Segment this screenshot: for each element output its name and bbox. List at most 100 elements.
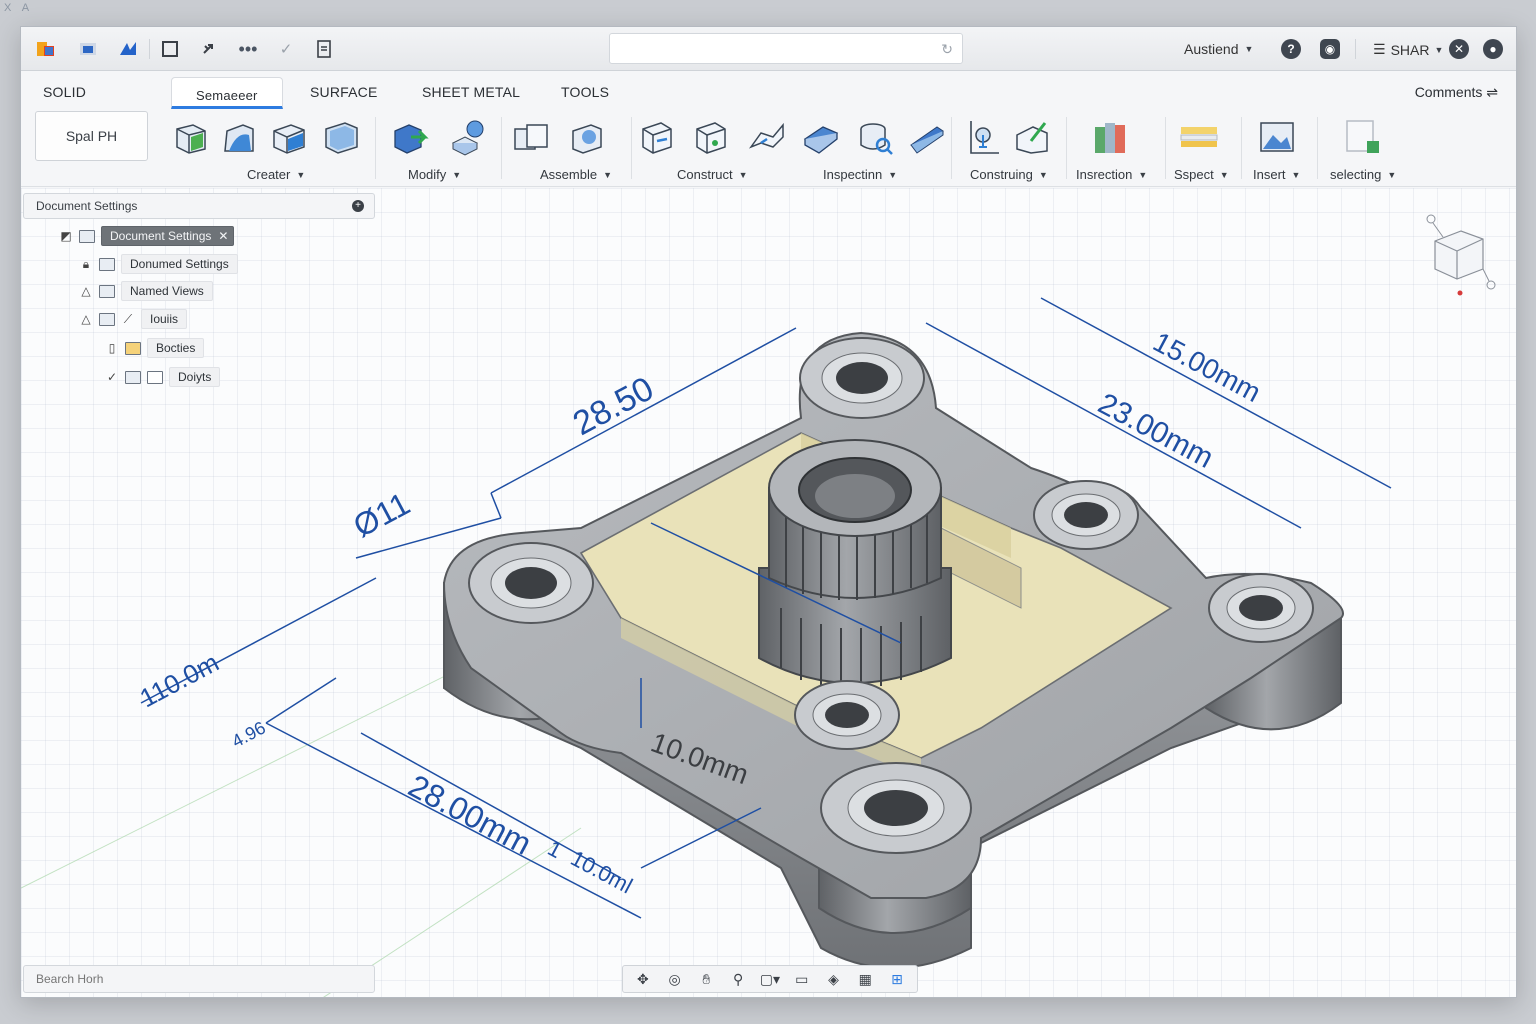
tree-node-bodies[interactable]: ▯ Bocties: [105, 337, 205, 359]
orbit-icon[interactable]: ✥: [632, 971, 654, 988]
fit-icon[interactable]: ▢▾: [759, 971, 781, 988]
save-icon[interactable]: [159, 38, 181, 60]
share-label: SHAR: [1390, 41, 1430, 58]
group-modify[interactable]: Modify ▼: [408, 167, 461, 182]
display-mode-icon[interactable]: ▭: [791, 971, 813, 988]
display-settings-tool-icon[interactable]: [1179, 117, 1219, 159]
dim-23-00mm[interactable]: 23.00mm: [1093, 387, 1219, 475]
axis-tool-icon[interactable]: [1013, 117, 1053, 159]
checkmark-icon[interactable]: ✓: [275, 38, 297, 60]
tab-tools[interactable]: TOOLS: [561, 84, 609, 100]
notifications-icon[interactable]: ◉: [1320, 39, 1340, 59]
more-icon[interactable]: •••: [237, 38, 259, 60]
viewcube-icon[interactable]: [1421, 207, 1506, 307]
tab-surface[interactable]: SURFACE: [310, 84, 378, 100]
chevron-down-icon: ▼: [603, 169, 612, 180]
dim-110-0m[interactable]: 110.0m: [135, 647, 224, 713]
bottom-search-box[interactable]: [23, 965, 375, 993]
user-name: Austiend: [1184, 41, 1239, 57]
folder-icon: [99, 284, 115, 298]
plane-at-angle-tool-icon[interactable]: [691, 117, 731, 159]
tree-node-named-views[interactable]: △ Named Views: [79, 280, 213, 302]
visual-style-icon[interactable]: ◈: [822, 971, 844, 988]
press-pull-tool-icon[interactable]: [389, 117, 429, 159]
offset-plane-tool-icon[interactable]: [637, 117, 677, 159]
expand-triangle-icon[interactable]: △: [79, 312, 93, 326]
dim-28-00mm[interactable]: 28.00mm: [403, 767, 538, 861]
canvas-viewport[interactable]: 28.50 15.00mm 23.00mm Ø11 110.0m 4.96 28…: [21, 188, 1516, 997]
folder-icon: [99, 312, 115, 326]
joint-tool-icon[interactable]: [567, 117, 607, 159]
dim-15-00mm[interactable]: 15.00mm: [1148, 326, 1266, 408]
tangent-plane-tool-icon[interactable]: [747, 117, 787, 159]
dim-10-0ml[interactable]: 10.0ml: [567, 845, 637, 898]
point-tool-icon[interactable]: [963, 117, 1003, 159]
group-sspect[interactable]: Sspect ▼: [1174, 167, 1229, 182]
share-button[interactable]: ☰ SHAR ▼: [1373, 41, 1443, 58]
group-insert[interactable]: Insert ▼: [1253, 167, 1300, 182]
group-selecting[interactable]: selecting ▼: [1330, 167, 1396, 182]
pan-icon[interactable]: ✋︎: [695, 971, 717, 988]
midplane-tool-icon[interactable]: [801, 117, 841, 159]
tab-sketch[interactable]: Semaeeer: [171, 77, 283, 109]
interference-tool-icon[interactable]: [1091, 117, 1131, 159]
help-icon[interactable]: ?: [1281, 39, 1301, 59]
measure-tool-icon[interactable]: [855, 117, 895, 159]
close-icon[interactable]: ✕: [1449, 39, 1469, 59]
group-insrection[interactable]: Insrection ▼: [1076, 167, 1147, 182]
undo-icon[interactable]: [199, 38, 221, 60]
tab-solid[interactable]: SOLID: [43, 84, 86, 100]
title-search-box[interactable]: ↻: [609, 33, 963, 64]
group-create[interactable]: Creater ▼: [247, 167, 305, 182]
group-assemble[interactable]: Assemble ▼: [540, 167, 612, 182]
zoom-icon[interactable]: ⚲: [727, 971, 749, 988]
box-tool-icon[interactable]: [269, 117, 309, 159]
group-construing[interactable]: Construing ▼: [970, 167, 1048, 182]
user-menu[interactable]: Austiend ▼: [1184, 41, 1253, 57]
workspace-mode-button[interactable]: Spal PH: [35, 111, 148, 161]
dim-4-96[interactable]: 4.96: [228, 717, 268, 751]
new-component-tool-icon[interactable]: [511, 117, 551, 159]
select-tool-icon[interactable]: [1343, 117, 1383, 159]
tree-node-origin[interactable]: △ ⟋ Iouiis: [79, 308, 188, 330]
group-sspect-label: Sspect: [1174, 167, 1214, 182]
dim-28-50[interactable]: 28.50: [567, 370, 660, 444]
check-icon[interactable]: ✓: [105, 370, 119, 384]
title-search-input[interactable]: [610, 34, 962, 63]
extrude-tool-icon[interactable]: [171, 117, 211, 159]
comments-button[interactable]: Comments ⇌: [1415, 84, 1498, 101]
expand-triangle-icon[interactable]: △: [79, 284, 93, 298]
fillet-tool-icon[interactable]: [449, 117, 489, 159]
document-icon[interactable]: [313, 38, 335, 60]
group-assemble-label: Assemble: [540, 167, 598, 182]
refresh-icon[interactable]: ↻: [941, 41, 953, 58]
app-window: ••• ✓ ↻ Austiend ▼ ? ◉ ☰ SHAR ▼ ✕ ● SOLI…: [20, 26, 1517, 998]
group-inspect[interactable]: Inspectinn ▼: [823, 167, 897, 182]
tree-node-joints[interactable]: ✓ Doiyts: [105, 366, 221, 388]
insert-image-tool-icon[interactable]: [1257, 117, 1297, 159]
close-icon[interactable]: ✕: [218, 229, 228, 243]
app-logo-icon[interactable]: [35, 38, 57, 60]
bottom-search-input[interactable]: [24, 966, 374, 992]
tree-node-settings[interactable]: 🔒︎ Donumed Settings: [79, 253, 238, 275]
grid-icon[interactable]: ▦: [854, 971, 876, 988]
tab-sheet-metal[interactable]: SHEET METAL: [422, 84, 520, 100]
group-construct[interactable]: Construct ▼: [677, 167, 748, 182]
add-icon[interactable]: +: [352, 200, 364, 212]
data-panel-icon[interactable]: [77, 38, 99, 60]
lock-icon[interactable]: 🔒︎: [79, 257, 93, 272]
tree-node-bodies-label: Bocties: [147, 338, 205, 358]
viewports-icon[interactable]: ⊞: [886, 971, 908, 988]
account-icon[interactable]: ●: [1483, 39, 1503, 59]
file-menu-icon[interactable]: [117, 38, 139, 60]
look-at-icon[interactable]: ◎: [664, 971, 686, 988]
browser-panel-header[interactable]: Document Settings +: [23, 193, 375, 219]
revolve-tool-icon[interactable]: [219, 117, 259, 159]
share-list-icon: ☰: [1373, 41, 1386, 57]
section-analysis-tool-icon[interactable]: [907, 117, 947, 159]
tree-node-root[interactable]: ◩ Document Settings ✕: [59, 225, 235, 247]
dim-1[interactable]: 1: [544, 835, 567, 863]
shell-tool-icon[interactable]: [321, 117, 361, 159]
dim-diameter[interactable]: Ø11: [347, 485, 415, 544]
visibility-toggle-icon[interactable]: ◩: [59, 229, 73, 243]
